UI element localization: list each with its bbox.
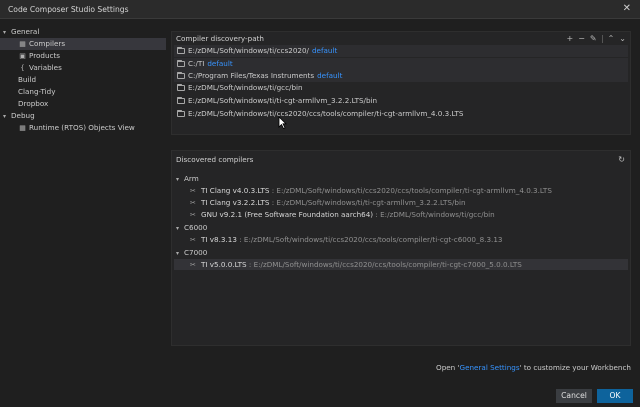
compiler-row[interactable]: ✂ GNU v9.2.1 (Free Software Foundation aa… [174, 209, 628, 220]
folder-icon [177, 59, 185, 67]
folder-icon [177, 46, 185, 54]
discovered-compilers-panel: Discovered compilers ↻ ▾ Arm ✂ TI Clang v4… [171, 150, 631, 346]
compiler-name: TI Clang v4.0.3.LTS [201, 186, 270, 195]
sidebar-item-label: Clang-Tidy [18, 87, 56, 96]
compiler-name: TI v8.3.13 [201, 235, 237, 244]
window-title: Code Composer Studio Settings [8, 4, 129, 14]
compiler-path: E:/zDML/Soft/windows/ti/gcc/bin [380, 210, 495, 219]
product-box-icon: ▣ [19, 52, 26, 60]
sidebar-item-general[interactable]: ▾ General [0, 26, 166, 38]
sidebar-item-label: Debug [11, 111, 35, 120]
sidebar-item-label: Build [18, 75, 37, 84]
compiler-row[interactable]: ✂ TI Clang v4.0.3.LTS : E:/zDML/Soft/wind… [174, 185, 628, 196]
default-badge: default [207, 59, 233, 68]
move-up-icon[interactable]: ⌃ [608, 34, 615, 43]
close-icon[interactable]: ✕ [623, 3, 631, 15]
discovery-path-row[interactable]: E:/zDML/Soft/windows/ti/ccs2020/default [174, 45, 628, 57]
discovered-compilers-title: Discovered compilers [176, 155, 254, 164]
sidebar-item-label: Dropbox [18, 99, 49, 108]
discovery-path-title: Compiler discovery-path [176, 34, 264, 43]
sidebar-item-products[interactable]: ▣ Products [0, 50, 166, 62]
compiler-row[interactable]: ✂ TI v5.0.0.LTS : E:/zDML/Soft/windows/ti… [174, 259, 628, 270]
sidebar-item-label: Compilers [29, 39, 66, 48]
wrench-icon: ✂ [190, 261, 196, 269]
add-icon[interactable]: + [566, 34, 573, 43]
compiler-path: E:/zDML/Soft/windows/ti/ccs2020/ccs/tool… [253, 260, 522, 269]
move-down-icon[interactable]: ⌄ [619, 34, 626, 43]
remove-icon[interactable]: − [578, 34, 585, 43]
rtos-grid-icon: ▦ [19, 124, 26, 132]
folder-icon [177, 83, 185, 91]
group-label: C7000 [184, 248, 208, 257]
compiler-path: E:/zDML/Soft/windows/ti/ti-cgt-armllvm_3… [276, 198, 466, 207]
title-bar: Code Composer Studio Settings ✕ [0, 0, 640, 19]
sidebar-item-debug[interactable]: ▾ Debug [0, 110, 166, 122]
sidebar-item-clang-tidy[interactable]: Clang-Tidy [0, 86, 166, 98]
compiler-name: TI Clang v3.2.2.LTS [201, 198, 270, 207]
path-text: E:/zDML/Soft/windows/ti/ccs2020/ccs/tool… [188, 109, 464, 118]
path-text: C:/TI [188, 59, 205, 68]
group-label: Arm [184, 174, 199, 183]
path-text: E:/zDML/Soft/windows/ti/ccs2020/ [188, 46, 309, 55]
compiler-name: TI v5.0.0.LTS [201, 260, 247, 269]
cancel-button[interactable]: Cancel [556, 389, 592, 403]
footer-suffix: ' to customize your Workbench [519, 363, 631, 372]
discovery-path-panel: Compiler discovery-path + − ✎ ⌃ ⌄ E:/zDM… [171, 31, 631, 135]
sidebar-item-label: Runtime (RTOS) Objects View [29, 123, 135, 132]
folder-icon [177, 96, 185, 104]
edit-pencil-icon[interactable]: ✎ [590, 34, 597, 43]
variable-braces-icon: { [20, 64, 25, 72]
toolbar-divider [601, 34, 603, 43]
wrench-icon: ✂ [190, 236, 196, 244]
compiler-group-arm[interactable]: ▾ Arm [176, 173, 199, 184]
group-label: C6000 [184, 223, 208, 232]
discovery-toolbar: + − ✎ ⌃ ⌄ [566, 32, 626, 45]
general-settings-link[interactable]: General Settings [460, 363, 520, 372]
sidebar-item-compilers[interactable]: ▦ Compilers [0, 38, 166, 50]
wrench-icon: ✂ [190, 199, 196, 207]
compiler-grid-icon: ▦ [19, 40, 26, 48]
footer-prefix: Open ' [436, 363, 460, 372]
footer-hint: Open 'General Settings' to customize you… [436, 363, 631, 372]
chevron-down-icon: ▾ [176, 176, 180, 183]
discovery-path-row[interactable]: C:/Program Files/Texas Instruments defaul… [174, 70, 628, 82]
settings-sidebar: ▾ General ▦ Compilers ▣ Products {Variables… [0, 20, 166, 350]
sidebar-item-label: General [11, 27, 40, 36]
compiler-name: GNU v9.2.1 (Free Software Foundation aar… [201, 210, 374, 219]
ok-button[interactable]: OK [597, 389, 633, 403]
path-text: E:/zDML/Soft/windows/ti/ti-cgt-armllvm_3… [188, 96, 378, 105]
compiler-row[interactable]: ✂ TI Clang v3.2.2.LTS : E:/zDML/Soft/wind… [174, 197, 628, 208]
wrench-icon: ✂ [190, 187, 196, 195]
sidebar-item-build[interactable]: Build [0, 74, 166, 86]
compiler-path: E:/zDML/Soft/windows/ti/ccs2020/ccs/tool… [243, 235, 503, 244]
sidebar-item-dropbox[interactable]: Dropbox [0, 98, 166, 110]
wrench-icon: ✂ [190, 211, 196, 219]
path-text: C:/Program Files/Texas Instruments [188, 71, 315, 80]
discovery-path-row[interactable]: E:/zDML/Soft/windows/ti/ccs2020/ccs/tool… [174, 108, 628, 120]
sidebar-item-runtime-rtos[interactable]: ▦ Runtime (RTOS) Objects View [0, 122, 166, 134]
discovery-path-row[interactable]: E:/zDML/Soft/windows/ti/ti-cgt-armllvm_3… [174, 95, 628, 107]
compiler-group-c6000[interactable]: ▾ C6000 [176, 222, 207, 233]
folder-icon [177, 109, 185, 117]
default-badge: default [311, 46, 338, 55]
sidebar-item-variables[interactable]: { Variables [0, 62, 166, 74]
compiler-group-c7000[interactable]: ▾ C7000 [176, 247, 207, 258]
folder-icon [177, 71, 185, 79]
sidebar-item-label: Variables [29, 63, 62, 72]
compiler-path: E:/zDML/Soft/windows/ti/ccs2020/ccs/tool… [276, 186, 552, 195]
default-badge: default [317, 71, 343, 80]
mouse-cursor-icon [278, 116, 287, 129]
sidebar-item-label: Products [29, 51, 61, 60]
path-text: E:/zDML/Soft/windows/ti/gcc/bin [188, 83, 303, 92]
discovery-path-row[interactable]: E:/zDML/Soft/windows/ti/gcc/bin [174, 82, 628, 94]
compiler-row[interactable]: ✂ TI v8.3.13 : E:/zDML/Soft/windows/ti/cc… [174, 234, 628, 245]
refresh-icon[interactable]: ↻ [618, 155, 625, 164]
discovery-path-row[interactable]: C:/TI default [174, 58, 628, 70]
chevron-down-icon: ▾ [176, 250, 180, 257]
chevron-down-icon: ▾ [176, 225, 180, 232]
